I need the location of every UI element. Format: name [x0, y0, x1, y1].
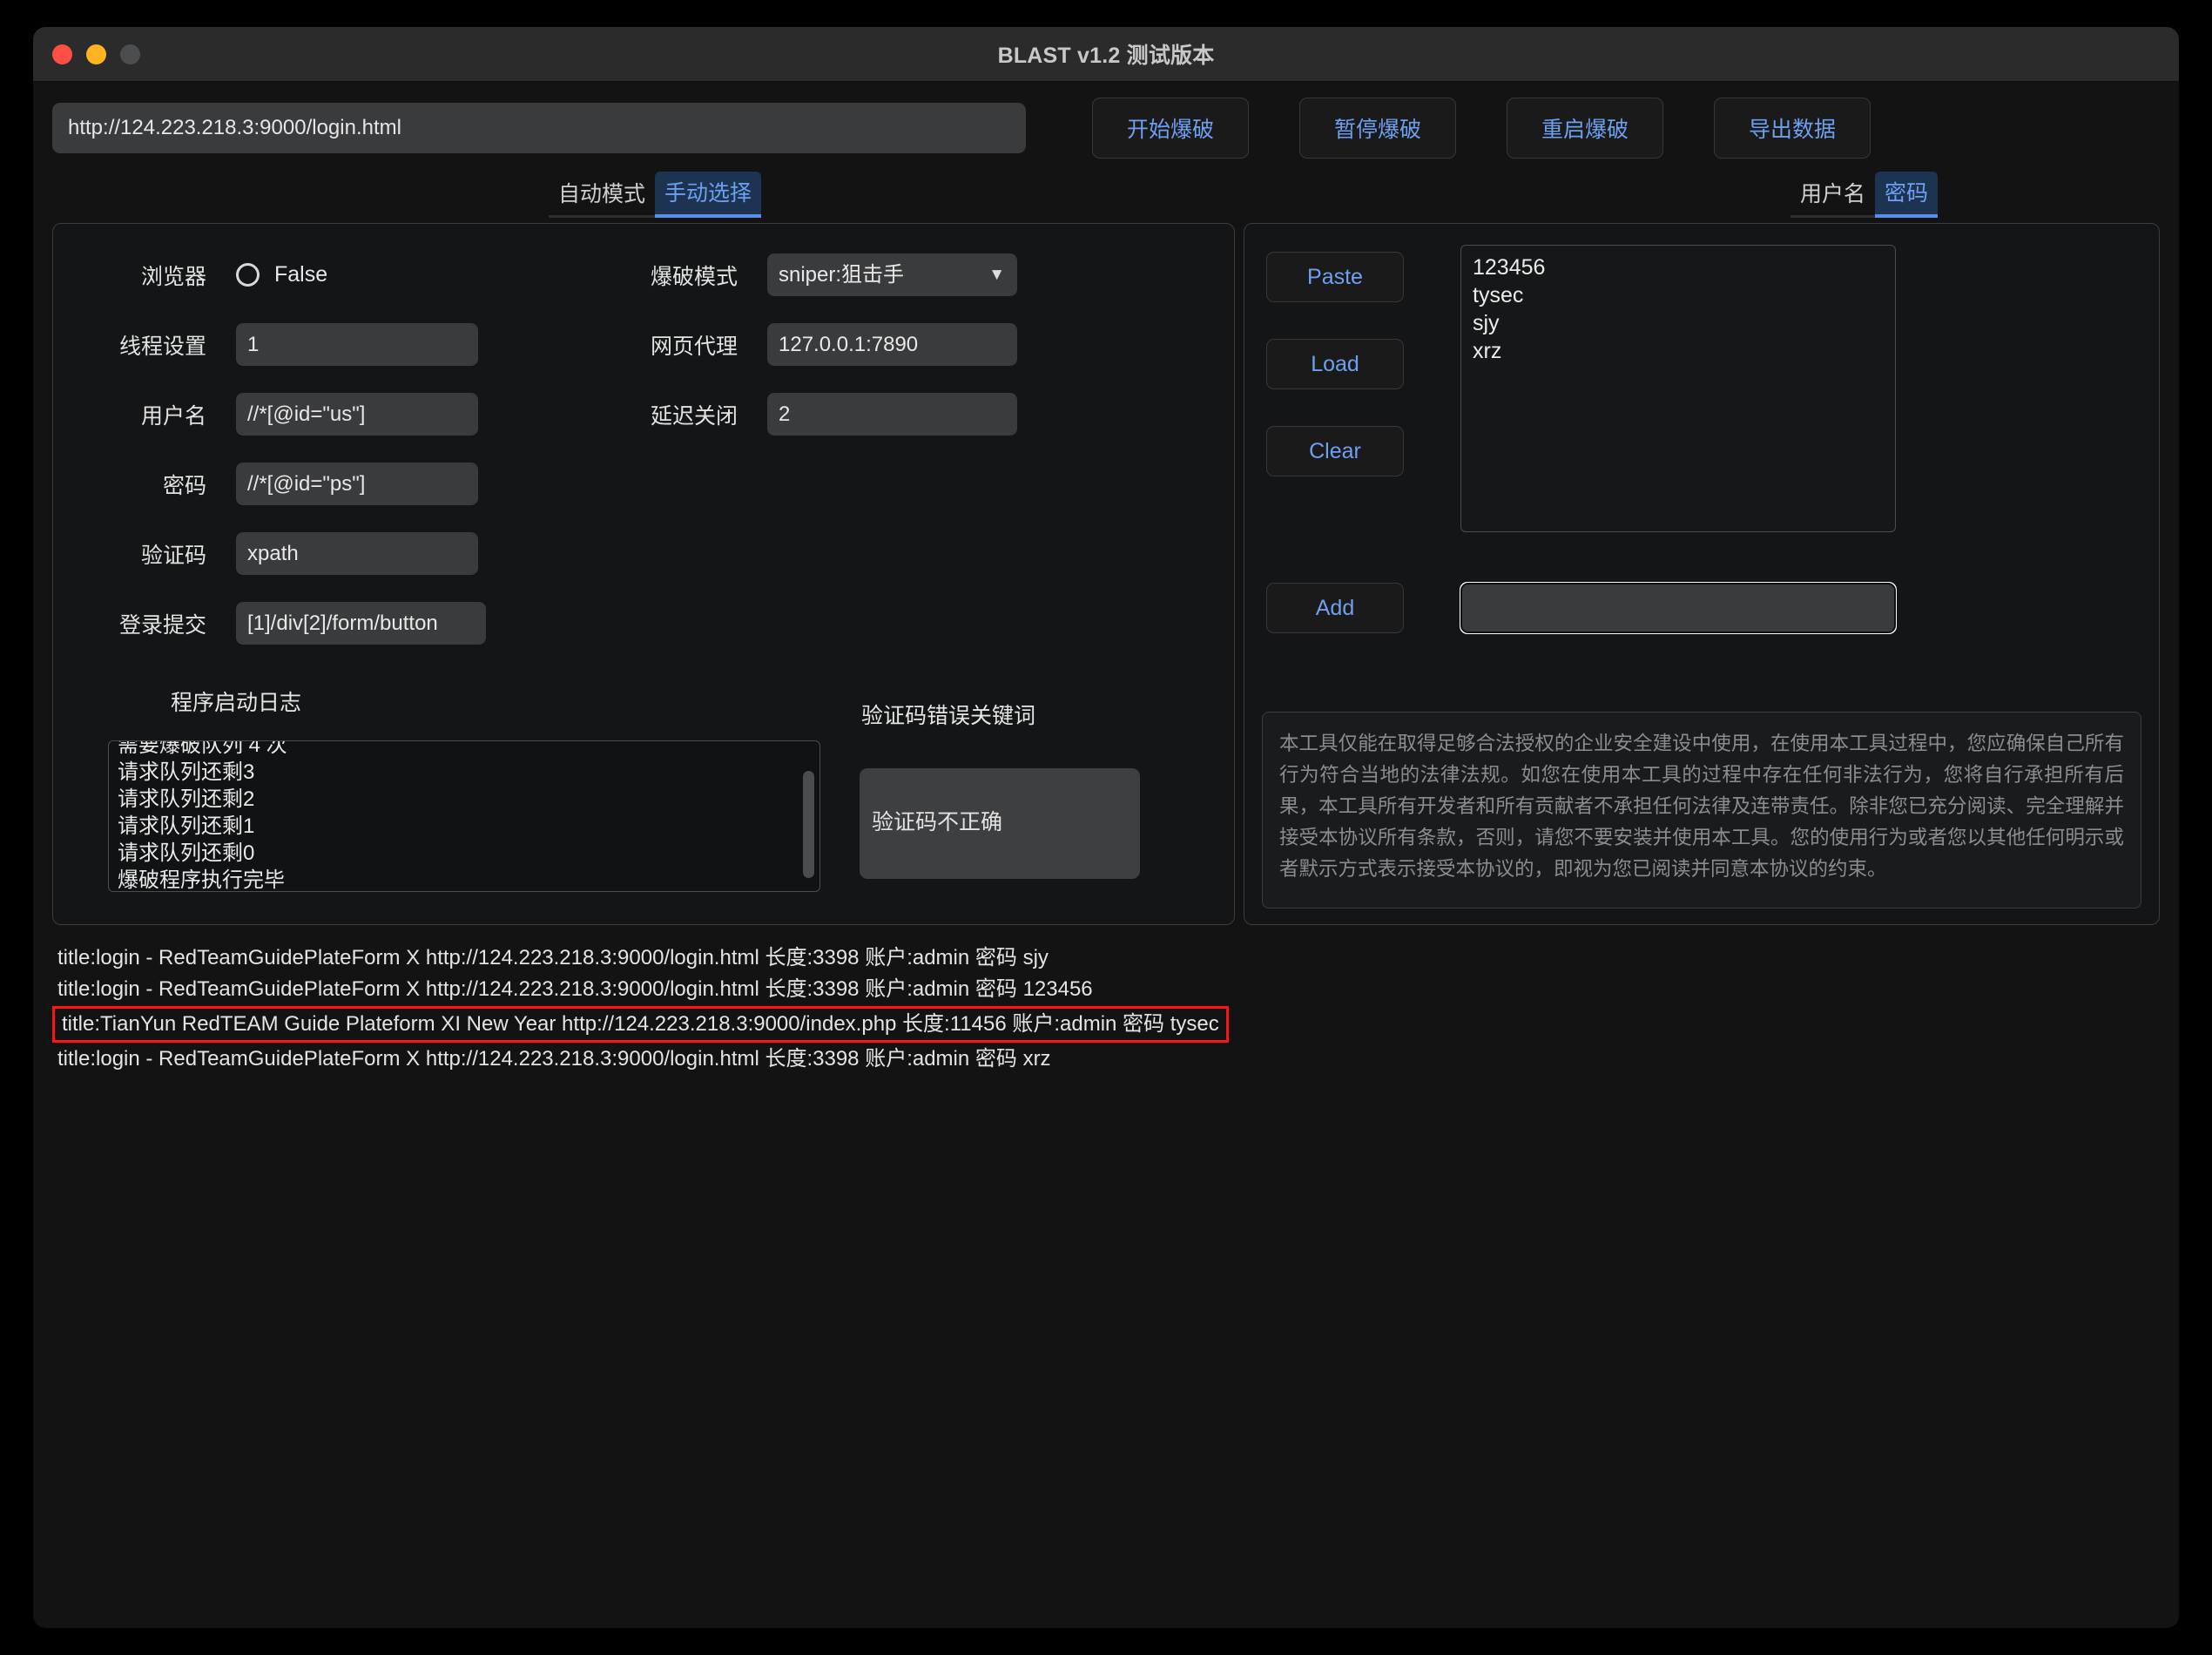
- mode-tab-group: 自动模式 手动选择: [549, 172, 762, 218]
- startup-log-box[interactable]: 需要爆破队列 4 次 请求队列还剩3 请求队列还剩2 请求队列还剩1 请求队列还…: [108, 740, 820, 892]
- browser-radio-value: False: [274, 262, 328, 287]
- browser-radio[interactable]: False: [236, 262, 327, 287]
- log-line: 请求队列还剩2: [118, 787, 255, 811]
- field-proxy-label: 网页代理: [650, 334, 738, 359]
- field-attack-mode-label: 爆破模式: [650, 264, 738, 289]
- proxy-input[interactable]: [767, 323, 1017, 366]
- attack-mode-select-wrap[interactable]: sniper:狙击手 ▼: [767, 253, 1017, 296]
- target-url-input[interactable]: [52, 103, 1026, 153]
- attack-mode-select[interactable]: sniper:狙击手: [767, 253, 1017, 296]
- result-row[interactable]: title:login - RedTeamGuidePlateForm X ht…: [52, 942, 2160, 974]
- radio-circle-icon: [236, 263, 260, 287]
- field-proxy: 网页代理: [584, 323, 1037, 366]
- load-button[interactable]: Load: [1266, 339, 1404, 389]
- field-delay-close-label: 延迟关闭: [650, 403, 738, 429]
- dictionary-tab-group: 用户名 密码: [1790, 172, 1938, 218]
- list-item: sjy: [1473, 311, 1500, 335]
- field-password-label: 密码: [162, 473, 206, 498]
- export-data-button[interactable]: 导出数据: [1714, 98, 1871, 159]
- log-line: 请求队列还剩1: [118, 814, 255, 838]
- field-browser: 浏览器 False: [53, 253, 584, 296]
- password-xpath-input[interactable]: [236, 463, 478, 505]
- app-window: BLAST v1.2 测试版本 开始爆破 暂停爆破 重启爆破 导出数据 自动模式…: [33, 27, 2179, 1628]
- window-title: BLAST v1.2 测试版本: [997, 44, 1215, 68]
- paste-button[interactable]: Paste: [1266, 252, 1404, 302]
- title-bar: BLAST v1.2 测试版本: [33, 27, 2179, 82]
- tab-password[interactable]: 密码: [1874, 172, 1938, 218]
- submit-xpath-input[interactable]: [236, 602, 486, 645]
- results-list: title:login - RedTeamGuidePlateForm X ht…: [52, 942, 2160, 1628]
- field-browser-label: 浏览器: [140, 264, 206, 289]
- config-column-one: 浏览器 False 线程设置 用户名 密码: [53, 253, 584, 672]
- log-line: 请求队列还剩3: [118, 760, 255, 784]
- disclaimer-text: 本工具仅能在取得足够合法授权的企业安全建设中使用，在使用本工具过程中，您应确保自…: [1262, 712, 2141, 909]
- username-xpath-input[interactable]: [236, 393, 478, 436]
- dictionary-list[interactable]: 123456 tysec sjy xrz: [1460, 245, 1896, 532]
- config-column-two: 爆破模式 sniper:狙击手 ▼ 网页代理 延迟关闭: [584, 253, 1037, 463]
- tab-strip: 自动模式 手动选择 用户名 密码: [52, 172, 2160, 218]
- add-button[interactable]: Add: [1266, 583, 1404, 633]
- captcha-keyword-title: 验证码错误关键词: [861, 704, 1036, 728]
- dictionary-buttons: Paste Load Clear: [1266, 252, 1404, 513]
- tab-auto-mode[interactable]: 自动模式: [549, 172, 656, 218]
- result-row-highlighted[interactable]: title:TianYun RedTEAM Guide Plateform XI…: [52, 1006, 1229, 1043]
- list-item: xrz: [1473, 339, 1502, 363]
- start-attack-button[interactable]: 开始爆破: [1092, 98, 1249, 159]
- log-inner: 需要爆破队列 4 次 请求队列还剩3 请求队列还剩2 请求队列还剩1 请求队列还…: [109, 740, 819, 892]
- tab-username[interactable]: 用户名: [1790, 172, 1875, 218]
- field-password-xpath: 密码: [53, 463, 584, 505]
- tab-manual-select[interactable]: 手动选择: [655, 172, 762, 218]
- captcha-xpath-input[interactable]: [236, 532, 478, 575]
- list-item: tysec: [1473, 283, 1524, 307]
- field-threads: 线程设置: [53, 323, 584, 366]
- field-captcha-label: 验证码: [140, 543, 206, 568]
- add-entry-row: Add: [1266, 582, 1897, 634]
- toolbar-buttons: 开始爆破 暂停爆破 重启爆破 导出数据: [1092, 98, 1871, 159]
- captcha-keyword-input[interactable]: 验证码不正确: [860, 768, 1140, 879]
- field-threads-label: 线程设置: [118, 334, 206, 359]
- add-entry-input[interactable]: [1460, 582, 1897, 634]
- field-submit-label: 登录提交: [118, 612, 206, 638]
- field-attack-mode: 爆破模式 sniper:狙击手 ▼: [584, 253, 1037, 296]
- result-row[interactable]: title:login - RedTeamGuidePlateForm X ht…: [52, 1044, 2160, 1075]
- result-row[interactable]: title:login - RedTeamGuidePlateForm X ht…: [52, 974, 2160, 1005]
- log-scrollbar[interactable]: [803, 771, 814, 878]
- field-username-xpath: 用户名: [53, 393, 584, 436]
- delay-close-input[interactable]: [767, 393, 1017, 436]
- restart-attack-button[interactable]: 重启爆破: [1507, 98, 1663, 159]
- pause-attack-button[interactable]: 暂停爆破: [1299, 98, 1456, 159]
- log-title: 程序启动日志: [171, 691, 302, 715]
- threads-input[interactable]: [236, 323, 478, 366]
- toolbar: 开始爆破 暂停爆破 重启爆破 导出数据: [33, 82, 2179, 167]
- list-item: 123456: [1473, 255, 1546, 280]
- field-captcha-xpath: 验证码: [53, 532, 584, 575]
- field-delay-close: 延迟关闭: [584, 393, 1037, 436]
- field-submit-xpath: 登录提交: [53, 602, 584, 645]
- log-line: 需要爆破队列 4 次: [118, 740, 287, 757]
- config-panel: 浏览器 False 线程设置 用户名 密码: [52, 223, 1235, 925]
- field-username-label: 用户名: [140, 403, 206, 429]
- dictionary-panel: Paste Load Clear 123456 tysec sjy xrz Ad…: [1244, 223, 2160, 925]
- main-content: 浏览器 False 线程设置 用户名 密码: [52, 223, 2160, 925]
- log-line: 请求队列还剩0: [118, 841, 255, 865]
- clear-button[interactable]: Clear: [1266, 426, 1404, 476]
- log-line: 爆破程序执行完毕: [118, 868, 285, 892]
